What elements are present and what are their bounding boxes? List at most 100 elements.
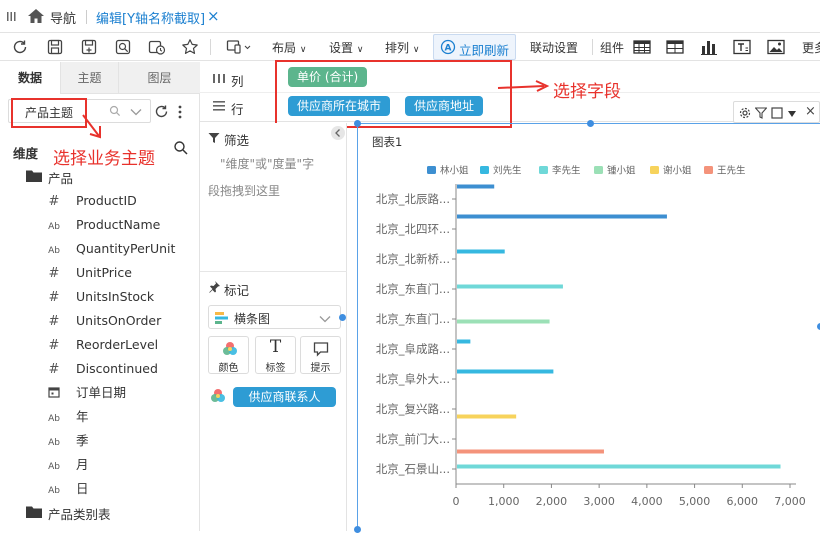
field-label: 年 (76, 409, 89, 424)
table-icon[interactable] (632, 37, 652, 57)
maximize-icon[interactable] (771, 107, 783, 119)
numeric-field-icon: # (48, 194, 60, 209)
device-layout-icon[interactable] (225, 37, 253, 57)
text-box-icon[interactable] (732, 37, 752, 57)
favorite-star-icon[interactable] (180, 37, 200, 57)
row-shelf-icon (212, 100, 226, 111)
filter-label: 筛选 (224, 133, 250, 148)
arrange-menu[interactable]: 排列 ∨ (385, 39, 419, 56)
refresh-fields-icon[interactable] (154, 104, 169, 119)
chart-type-value: 横条图 (234, 312, 271, 326)
refresh-now-button[interactable]: A 立即刷新 (433, 34, 516, 60)
legend-label: 李先生 (552, 165, 581, 177)
layout-menu[interactable]: 布局 ∨ (272, 39, 306, 56)
tab-theme[interactable]: 主题 (61, 62, 119, 94)
save-icon[interactable] (45, 37, 65, 57)
search-icon (109, 105, 121, 117)
y-tick-label: 北京_东直门... (376, 312, 450, 326)
caret-down-icon[interactable] (787, 108, 797, 118)
linkage-settings-button[interactable]: 联动设置 (530, 39, 578, 56)
calendar-icon (44, 382, 64, 406)
preview-icon[interactable] (113, 37, 133, 57)
chevron-down-icon (319, 313, 331, 323)
field-label: 月 (76, 457, 89, 472)
home-icon[interactable] (27, 8, 45, 24)
horizontal-bar-icon (214, 311, 230, 325)
color-mark-label: 颜色 (218, 363, 239, 374)
schedule-icon[interactable] (147, 37, 167, 57)
document-tab-title[interactable]: 编辑[Y轴名称截取] (96, 8, 205, 27)
field-search-icon[interactable] (173, 140, 189, 156)
y-tick-label: 北京_北四环... (376, 222, 450, 236)
field-item[interactable]: Ab 季 (44, 429, 88, 453)
chart-type-select[interactable]: 横条图 (208, 305, 341, 329)
field-item[interactable]: Ab QuantityPerUnit (44, 237, 175, 261)
y-tick-label: 北京_北辰路... (376, 192, 450, 206)
save-as-icon[interactable] (79, 37, 99, 57)
field-item[interactable]: 订单日期 (44, 381, 126, 405)
gear-icon[interactable] (739, 107, 751, 119)
settings-menu[interactable]: 设置 ∨ (329, 39, 363, 56)
field-item[interactable]: Ab 日 (44, 477, 88, 501)
tooltip-mark-button[interactable]: 提示 (300, 336, 341, 374)
menu-icon[interactable] (6, 10, 16, 22)
field-label: 订单日期 (76, 385, 127, 400)
cross-table-icon[interactable] (665, 37, 685, 57)
chevron-down-icon (130, 106, 142, 116)
filter-icon[interactable] (754, 107, 768, 119)
label-mark-label: 标签 (265, 363, 286, 374)
text-field-icon: Ab (48, 462, 60, 472)
bar (457, 249, 505, 254)
chart-component-toolbar: × (733, 101, 820, 123)
field-item[interactable]: Ab ProductName (44, 213, 160, 237)
collapse-panel-icon[interactable] (331, 126, 345, 140)
chart-component[interactable]: × 图表1 林小姐 刘先生 李先生 锺小姐 谢小姐 王先生 北京_北辰路... 北京_北四环.… (339, 101, 820, 533)
field-item[interactable]: # ProductID (44, 189, 137, 213)
image-icon[interactable] (766, 37, 786, 57)
field-item[interactable]: Ab 年 (44, 405, 89, 429)
annotation-select-subject: 选择业务主题 (53, 149, 155, 169)
more-menu[interactable]: 更多 (802, 39, 820, 56)
field-item[interactable]: # Discontinued (44, 357, 158, 381)
field-item[interactable]: # UnitsOnOrder (44, 309, 162, 333)
color-field-supplier-contact[interactable]: 供应商联系人 (233, 387, 336, 407)
bar-chart-icon[interactable] (699, 37, 719, 57)
field-item[interactable]: # ReorderLevel (44, 333, 159, 357)
home-label[interactable]: 导航 (50, 8, 76, 27)
refresh-icon[interactable] (10, 37, 30, 57)
folder-icon (26, 505, 42, 518)
filter-icon (208, 132, 220, 144)
toolbar-separator (592, 39, 593, 55)
close-tab-icon[interactable]: × (207, 7, 220, 25)
top-bar: 导航 编辑[Y轴名称截取] × (0, 0, 820, 33)
marks-label: 标记 (224, 283, 250, 298)
annotation-arrow-down (80, 112, 104, 140)
auto-refresh-icon: A (440, 39, 456, 55)
folder-icon (26, 169, 42, 182)
y-tick-label: 北京_前门大... (376, 432, 450, 446)
text-field-icon: Ab (48, 486, 60, 496)
x-tick-label: 7,000 (774, 495, 806, 508)
field-item[interactable]: # UnitsInStock (44, 285, 155, 309)
row-shelf-label: 行 (231, 102, 244, 117)
resize-handle[interactable] (339, 314, 346, 321)
tab-data[interactable]: 数据 (0, 62, 61, 94)
label-mark-button[interactable]: T 标签 (255, 336, 296, 374)
text-t-icon: T (269, 337, 282, 357)
close-icon[interactable]: × (805, 104, 816, 119)
palette-icon (221, 340, 239, 358)
bar (457, 339, 471, 344)
x-tick-label: 2,000 (536, 495, 568, 508)
numeric-field-icon: # (48, 314, 60, 329)
tooltip-mark-label: 提示 (310, 363, 331, 374)
more-options-icon[interactable] (176, 104, 184, 120)
legend-label: 谢小姐 (663, 165, 692, 177)
legend-label: 林小姐 (440, 165, 469, 177)
tab-layers[interactable]: 图层 (119, 62, 200, 94)
field-label: UnitPrice (76, 265, 132, 280)
field-item[interactable]: # UnitPrice (44, 261, 132, 285)
color-mark-button[interactable]: 颜色 (208, 336, 249, 374)
x-tick-label: 3,000 (583, 495, 615, 508)
legend-swatch (539, 166, 548, 174)
field-item[interactable]: Ab 月 (44, 453, 89, 477)
